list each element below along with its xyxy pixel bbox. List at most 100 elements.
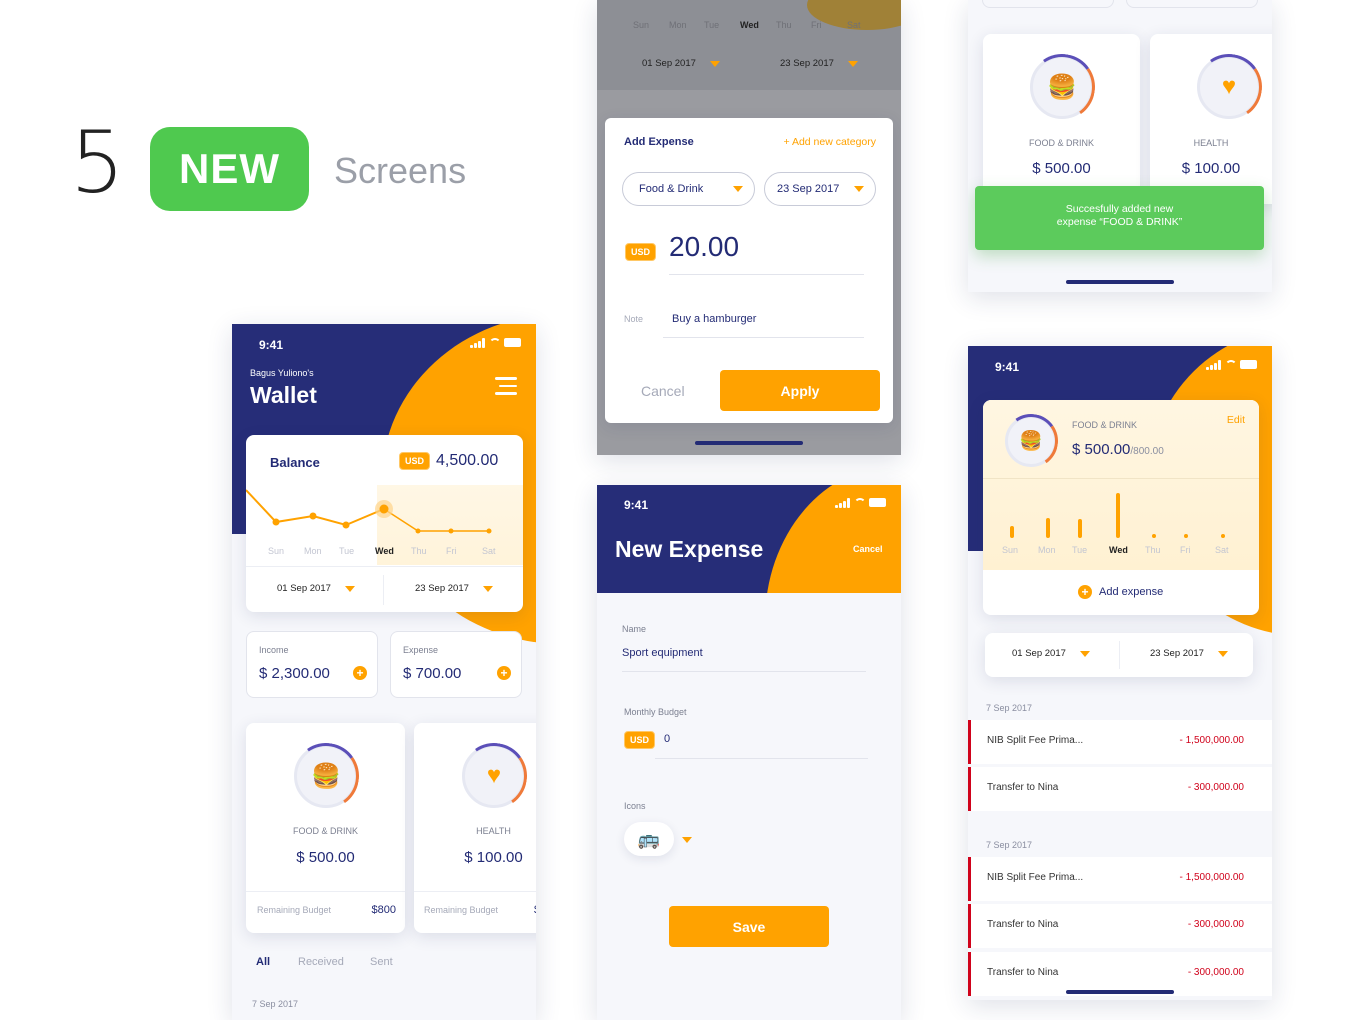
day-label-active: Wed <box>1109 545 1128 555</box>
remaining-label: Remaining Budget <box>257 905 332 915</box>
tab-all[interactable]: All <box>256 956 270 968</box>
home-indicator <box>695 441 803 445</box>
day-label: Tue <box>704 20 720 30</box>
status-time: 9:41 <box>624 498 649 512</box>
day-label: Fri <box>446 546 457 556</box>
date-select[interactable]: 23 Sep 2017 <box>764 172 876 206</box>
transaction-row[interactable]: NIB Split Fee Prima... - 1,500,000.00 <box>968 857 1272 901</box>
food-icon: 🍔 <box>1019 431 1043 452</box>
amount-input[interactable]: 20.00 <box>669 231 864 275</box>
chart-point <box>448 528 454 534</box>
balance-value: 4,500.00 <box>436 452 499 469</box>
transaction-row[interactable]: NIB Split Fee Prima... - 1,500,000.00 <box>968 720 1272 764</box>
budget-ring: ♥ <box>455 737 533 815</box>
transaction-row[interactable]: Transfer to Nina - 300,000.00 <box>968 904 1272 948</box>
chevron-down-icon <box>854 186 864 192</box>
status-icons <box>1206 360 1257 370</box>
category-card-food[interactable]: 🍔 FOOD & DRINK $ 500.00 Remaining Budget… <box>246 723 405 933</box>
day-label: Sun <box>268 546 285 556</box>
date-from-select[interactable]: 01 Sep 2017 <box>1012 648 1090 659</box>
success-toast: Succesfully added new expense “FOOD & DR… <box>975 186 1264 250</box>
menu-icon[interactable] <box>495 377 517 395</box>
category-budget: /800.00 <box>1130 446 1164 457</box>
income-value: $ 2,300.00 <box>259 665 330 682</box>
chart-bar <box>1116 493 1120 538</box>
remaining-label: Remaining Budget <box>424 905 499 915</box>
income-label: Income <box>259 645 289 655</box>
budget-ring: 🍔 <box>1023 48 1101 126</box>
note-label: Note <box>624 314 644 324</box>
chevron-down-icon[interactable] <box>682 837 692 843</box>
category-name: HEALTH <box>1193 138 1229 148</box>
add-income-icon[interactable]: + <box>353 666 367 680</box>
add-expense-label: Add expense <box>1099 586 1164 598</box>
day-label: Sat <box>847 20 861 30</box>
category-card-health[interactable]: ♥ HEALTH $ 100.00 Remaining Budget $ <box>414 723 536 933</box>
day-label: Sun <box>633 20 650 30</box>
date-to-select[interactable]: 23 Sep 2017 <box>415 583 493 594</box>
tab-received[interactable]: Received <box>298 956 344 968</box>
date-from-select[interactable]: 01 Sep 2017 <box>277 583 355 594</box>
date-from-select[interactable]: 01 Sep 2017 <box>642 58 720 69</box>
section-date: 7 Sep 2017 <box>986 703 1033 713</box>
bus-icon[interactable]: 🚌 <box>624 822 674 856</box>
category-card-food[interactable]: 🍔 FOOD & DRINK $ 500.00 <box>983 34 1140 204</box>
category-name: FOOD & DRINK <box>1028 138 1094 148</box>
category-select-text: Food & Drink <box>639 183 704 195</box>
expense-card[interactable]: Expense $ 700.00 + <box>390 631 522 698</box>
day-label: Tue <box>1072 545 1088 555</box>
transaction-name: NIB Split Fee Prima... <box>987 872 1084 883</box>
name-input[interactable]: Sport equipment <box>622 640 866 672</box>
add-category-link[interactable]: + Add new category <box>783 136 876 148</box>
date-from-text: 01 Sep 2017 <box>277 583 331 594</box>
income-card[interactable]: Income $ 2,300.00 + <box>246 631 378 698</box>
chevron-down-icon <box>344 585 355 592</box>
cancel-link[interactable]: Cancel <box>853 544 883 554</box>
heart-icon: ♥ <box>486 762 502 789</box>
budget-ring: 🍔 <box>287 737 365 815</box>
category-amount-row: $ 500.00/800.00 <box>1072 441 1164 458</box>
tab-sent[interactable]: Sent <box>370 956 393 968</box>
add-expense-icon[interactable]: + <box>497 666 511 680</box>
category-amount: $ 100.00 <box>464 849 523 866</box>
category-card-health[interactable]: ♥ HEALTH $ 100.00 <box>1150 34 1272 204</box>
date-to-select[interactable]: 23 Sep 2017 <box>780 58 858 69</box>
category-name: FOOD & DRINK <box>292 826 358 836</box>
chart-point <box>486 528 492 534</box>
cancel-button[interactable]: Cancel <box>641 383 685 399</box>
date-select-text: 23 Sep 2017 <box>777 183 840 195</box>
hero-screens-text: Screens <box>334 150 467 191</box>
status-time: 9:41 <box>259 338 284 352</box>
add-expense-dialog: Add Expense + Add new category Food & Dr… <box>605 118 893 423</box>
budget-ring: ♥ <box>1190 48 1268 126</box>
home-indicator <box>1066 280 1174 284</box>
balance-label: Balance <box>270 455 320 470</box>
transaction-row[interactable]: Transfer to Nina - 300,000.00 <box>968 767 1272 811</box>
add-expense-screen: Sun Mon Tue Wed Thu Fri Sat 01 Sep 2017 … <box>597 0 901 455</box>
save-button[interactable]: Save <box>669 906 829 947</box>
category-summary-card: 🍔 FOOD & DRINK $ 500.00/800.00 Edit Sun … <box>983 400 1259 615</box>
day-label: Sun <box>1002 545 1019 555</box>
edit-link[interactable]: Edit <box>1227 414 1245 426</box>
date-to-select[interactable]: 23 Sep 2017 <box>1150 648 1228 659</box>
section-date: 7 Sep 2017 <box>252 999 299 1009</box>
success-screen: 🍔 FOOD & DRINK $ 500.00 ♥ HEALTH $ 100.0… <box>968 0 1272 292</box>
currency-badge: USD <box>624 731 656 749</box>
day-label: Fri <box>811 20 822 30</box>
chart-point <box>379 504 389 514</box>
apply-button[interactable]: Apply <box>720 370 880 411</box>
transaction-name: Transfer to Nina <box>987 782 1059 793</box>
remaining-value: $ <box>534 904 536 916</box>
page-title: New Expense <box>615 536 764 562</box>
add-expense-button[interactable]: + Add expense <box>1078 585 1163 599</box>
currency-badge: USD <box>625 243 657 261</box>
wallet-owner: Bagus Yuliono's <box>250 368 314 378</box>
status-time: 9:41 <box>995 360 1020 374</box>
transaction-name: Transfer to Nina <box>987 919 1059 930</box>
day-label: Thu <box>776 20 792 30</box>
note-input[interactable]: Buy a hamburger <box>663 304 864 338</box>
balance-card: Balance USD 4,500.00 Sun Mon Tue Wed Thu… <box>246 435 523 612</box>
category-select[interactable]: Food & Drink <box>622 172 755 206</box>
budget-input[interactable]: 0 <box>655 724 868 759</box>
transaction-name: Transfer to Nina <box>987 967 1059 978</box>
